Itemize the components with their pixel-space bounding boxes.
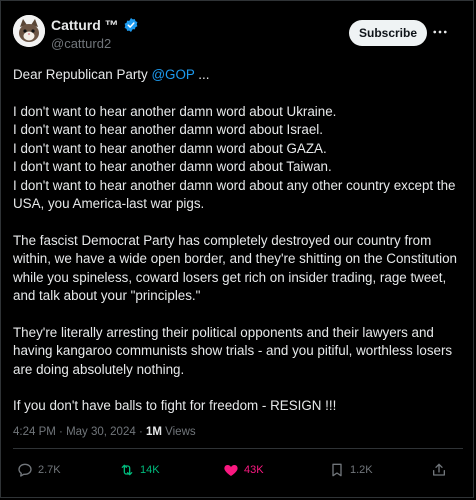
gop-mention-link[interactable]: @GOP <box>151 67 194 82</box>
paragraph-line: I don't want to hear another damn word a… <box>13 159 332 174</box>
paragraph-line: I don't want to hear another damn word a… <box>13 122 323 137</box>
verified-badge-icon[interactable] <box>123 17 139 33</box>
author-name[interactable]: Catturd ™ <box>51 17 119 33</box>
reply-icon <box>18 463 32 477</box>
post-date[interactable]: May 30, 2024 <box>66 426 136 438</box>
greeting-suffix: ... <box>194 67 210 82</box>
reply-button[interactable]: 2.7K <box>17 462 61 478</box>
divider <box>13 448 463 449</box>
paragraph-4: If you don't have balls to fight for fre… <box>13 398 337 413</box>
bookmark-button[interactable]: 1.2K <box>329 462 373 478</box>
tweet-text: Dear Republican Party @GOP ... I don't w… <box>13 66 461 416</box>
subscribe-button[interactable]: Subscribe <box>349 20 427 46</box>
greeting-prefix: Dear Republican Party <box>13 67 152 82</box>
meta-separator: · <box>55 426 67 438</box>
paragraph-line: I don't want to hear another damn word a… <box>13 177 456 212</box>
views-label: Views <box>161 426 196 438</box>
author-handle[interactable]: @catturd2 <box>51 36 111 51</box>
greeting-line: Dear Republican Party @GOP ... <box>13 66 461 85</box>
cat-avatar-image <box>13 15 45 47</box>
more-icon[interactable] <box>431 23 449 41</box>
paragraph-line: I don't want to hear another damn word a… <box>13 103 337 119</box>
retweet-count: 14K <box>140 464 160 476</box>
paragraph-3: They're literally arresting their politi… <box>13 324 453 377</box>
reply-count: 2.7K <box>38 464 61 476</box>
paragraph-line: I don't want to hear another damn word a… <box>13 140 327 156</box>
views-count: 1M <box>145 426 162 438</box>
tweet-card: Catturd ™ @catturd2 Subscribe Dear Repub… <box>0 0 474 498</box>
share-icon <box>433 463 445 476</box>
post-time[interactable]: 4:24 PM <box>13 426 56 438</box>
meta-separator: · <box>135 426 146 438</box>
bookmark-icon <box>332 463 342 477</box>
retweet-icon <box>121 464 133 476</box>
paragraph-2: The fascist Democrat Party has completel… <box>13 232 457 304</box>
bookmark-count: 1.2K <box>350 464 373 476</box>
heart-icon <box>224 465 238 476</box>
tweet-meta: 4:24 PM · May 30, 2024 · 1M Views <box>13 426 196 438</box>
avatar[interactable] <box>13 15 45 47</box>
like-count: 43K <box>244 464 264 476</box>
retweet-button[interactable]: 14K <box>119 462 160 478</box>
like-button[interactable]: 43K <box>223 462 264 478</box>
share-button[interactable] <box>431 462 447 478</box>
author-row: Catturd ™ <box>51 17 139 33</box>
